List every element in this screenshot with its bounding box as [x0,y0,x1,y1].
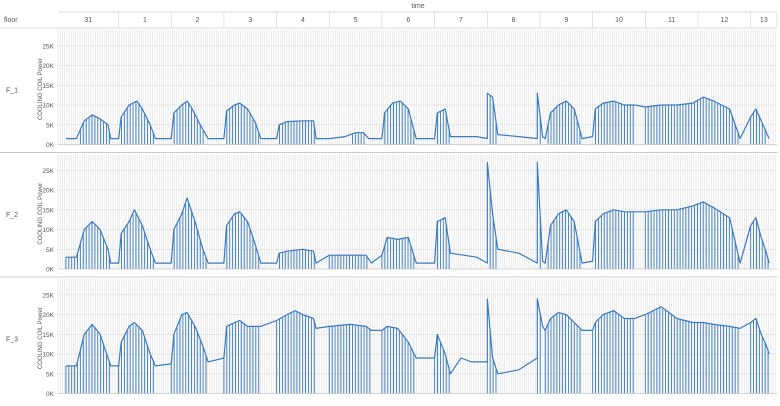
y-tick-label: 0K [46,142,55,149]
floor-row-label: F_2 [6,212,18,219]
panel-f_1: 0K 5K 10K 15K 20K 25K COOLING COIL Power F_1 [0,30,777,153]
y-tick-label: 0K [46,391,55,398]
y-tick-label: 15K [42,207,54,214]
y-tick-label: 25K [42,292,54,299]
panel-hatch [57,154,776,269]
floor-row-label: F_1 [6,87,18,94]
row-header-label: floor [4,17,18,24]
panel-f_3: 0K 5K 10K 15K 20K 25K COOLING COIL Power F_3 [6,279,777,398]
y-tick-label: 25K [42,43,54,50]
day-tick-label: 12 [720,17,728,24]
day-tick-label: 8 [512,17,516,24]
y-tick-label: 5K [46,122,55,129]
y-tick-label: 5K [46,371,55,378]
day-tick-label: 3 [248,17,252,24]
y-tick-label: 10K [42,227,54,234]
day-tick-label: 9 [564,17,568,24]
y-tick-label: 10K [42,352,54,359]
floor-panels: 0K 5K 10K 15K 20K 25K COOLING COIL Power F_1 0K 5… [0,30,777,398]
top-axis-title: time [411,3,424,10]
day-tick-label: 13 [760,17,768,24]
floor-cooling-coil-chart: time floor 31 1 2 3 4 5 6 7 8 9 10 11 12 13 0K5K10K15… [0,3,778,398]
y-axis-title: COOLING COIL Power [38,183,44,245]
series-line [65,161,770,264]
day-tick-label: 31 [84,17,92,24]
day-tick-label: 2 [196,17,200,24]
floor-row-label: F_3 [6,336,18,343]
y-tick-label: 10K [42,103,54,110]
y-tick-label: 15K [42,83,54,90]
day-tick-label: 10 [615,17,623,24]
y-axis-title: COOLING COIL Power [38,307,44,369]
top-time-axis: 31 1 2 3 4 5 6 7 8 9 10 11 12 13 [0,11,778,29]
panel-hatch [57,30,776,145]
y-tick-label: 25K [42,168,54,175]
day-tick-label: 1 [143,17,147,24]
series-line [65,92,770,140]
y-tick-label: 20K [42,312,54,319]
day-tick-label: 6 [406,17,410,24]
y-tick-label: 5K [46,247,55,254]
day-tick-label: 5 [354,17,358,24]
y-tick-label: 20K [42,188,54,195]
y-tick-label: 20K [42,63,54,70]
y-tick-label: 0K [46,267,55,274]
day-tick-label: 7 [459,17,463,24]
panel-f_2: 0K 5K 10K 15K 20K 25K COOLING COIL Power F_2 [0,154,777,278]
panel-hatch [57,279,776,394]
y-axis-title: COOLING COIL Power [38,58,44,120]
day-tick-label: 4 [301,17,305,24]
series-line [65,298,770,375]
y-tick-label: 15K [42,332,54,339]
day-tick-label: 11 [668,17,675,24]
